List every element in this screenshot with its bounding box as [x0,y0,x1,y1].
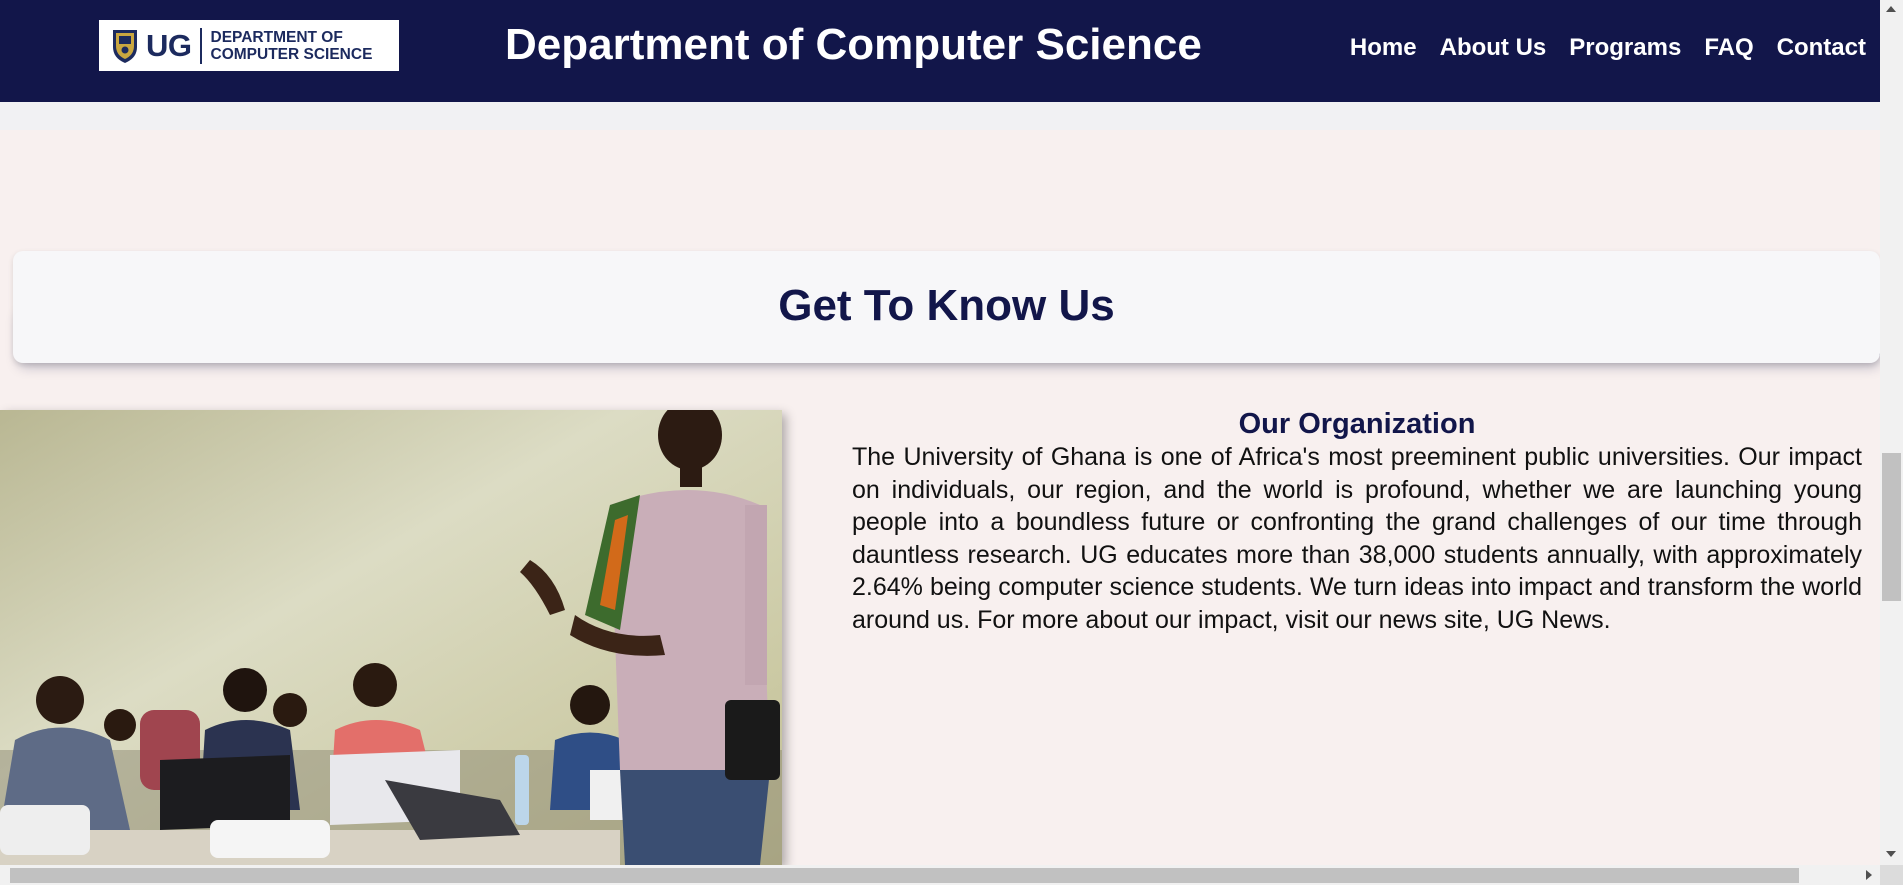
scroll-right-arrow-icon[interactable] [1866,870,1872,880]
vertical-scrollbar[interactable] [1880,0,1903,865]
classroom-photo-illustration [0,410,782,865]
nav-programs[interactable]: Programs [1569,34,1681,62]
scrollbar-corner [1880,865,1903,885]
site-header: UG DEPARTMENT OF COMPUTER SCIENCE Depart… [0,0,1880,102]
crest-icon [113,29,137,63]
section-heading: Get To Know Us [778,281,1115,330]
site-title: Department of Computer Science [505,20,1202,69]
organization-description: The University of Ghana is one of Africa… [852,443,1862,634]
logo-text: DEPARTMENT OF COMPUTER SCIENCE [211,29,373,63]
banner-card: Get To Know Us [13,251,1880,363]
vertical-scroll-thumb[interactable] [1882,453,1901,601]
horizontal-scrollbar[interactable] [0,865,1880,885]
scroll-down-arrow-icon[interactable] [1886,851,1896,857]
scroll-up-arrow-icon[interactable] [1886,6,1896,12]
organization-title: Our Organization [1238,408,1476,440]
nav-contact[interactable]: Contact [1777,34,1866,62]
get-to-know-banner: Get To Know Us [13,251,1880,391]
nav-home[interactable]: Home [1350,34,1417,62]
logo-mark: UG [146,27,192,63]
nav-about-us[interactable]: About Us [1440,34,1547,62]
ug-logo[interactable]: UG DEPARTMENT OF COMPUTER SCIENCE [99,20,399,71]
main-nav: Home About Us Programs FAQ Contact [1327,34,1866,62]
logo-line2: COMPUTER SCIENCE [210,45,373,63]
classroom-photo [0,410,782,865]
horizontal-scroll-thumb[interactable] [10,868,1799,883]
nav-faq[interactable]: FAQ [1704,34,1753,62]
logo-line1: DEPARTMENT OF [210,28,343,46]
logo-divider [199,27,202,64]
